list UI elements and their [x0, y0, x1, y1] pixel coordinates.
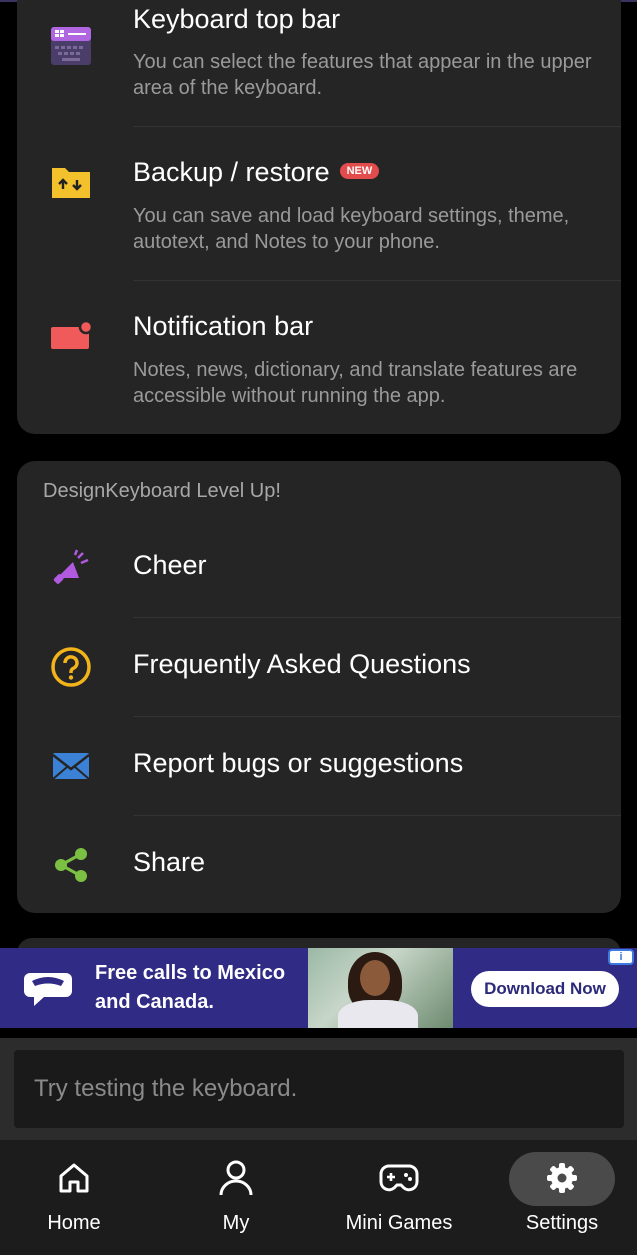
ad-logo-icon: [22, 967, 74, 1009]
menu-item-report-bugs[interactable]: Report bugs or suggestions: [17, 717, 621, 815]
new-badge: NEW: [339, 162, 380, 179]
notification-bar-icon: [49, 314, 93, 358]
nav-label: Settings: [525, 1212, 599, 1234]
feature-description: You can select the features that appear …: [133, 51, 592, 99]
nav-label: Mini Games: [345, 1212, 453, 1234]
feature-row-backup-restore[interactable]: Backup / restore NEW You can save and loa…: [17, 127, 621, 280]
ad-text: Free calls to Mexico and Canada.: [95, 959, 285, 1017]
home-icon: [54, 1158, 94, 1198]
feature-row-keyboard-top-bar[interactable]: Keyboard top bar You can select the feat…: [17, 0, 621, 126]
ad-photo-face: [360, 960, 390, 996]
features-card: Keyboard top bar You can select the feat…: [17, 0, 621, 434]
keyboard-test-input[interactable]: [14, 1050, 624, 1128]
person-icon: [216, 1158, 256, 1198]
ad-photo: [308, 948, 453, 1028]
question-circle-icon: [49, 645, 93, 689]
gear-icon: [542, 1158, 582, 1198]
menu-item-cheer[interactable]: Cheer: [17, 519, 621, 617]
cheer-megaphone-icon: [49, 546, 93, 590]
nav-settings[interactable]: Settings: [492, 1152, 632, 1242]
ad-text-line: Free calls to Mexico: [95, 962, 286, 984]
feature-title: Notification bar: [133, 311, 314, 341]
keyboard-top-bar-icon: [49, 24, 93, 68]
bottom-navigation: Home My Mini Games Settings: [0, 1140, 637, 1255]
menu-item-label: Cheer: [133, 550, 207, 580]
nav-mini-games[interactable]: Mini Games: [329, 1152, 469, 1242]
nav-label: Home: [47, 1212, 101, 1234]
backup-folder-icon: [49, 160, 93, 204]
level-up-card: DesignKeyboard Level Up! Cheer Frequentl…: [17, 461, 621, 913]
menu-item-faq[interactable]: Frequently Asked Questions: [17, 618, 621, 716]
ad-download-button[interactable]: Download Now: [471, 971, 619, 1007]
keyboard-test-area: [0, 1038, 637, 1140]
section-title: DesignKeyboard Level Up!: [43, 480, 281, 502]
ad-photo-shirt: [338, 1000, 418, 1028]
feature-description: Notes, news, dictionary, and translate f…: [133, 359, 578, 407]
menu-item-share[interactable]: Share: [17, 816, 621, 913]
feature-title-wrap: Backup / restore NEW: [133, 157, 380, 188]
feature-description: You can save and load keyboard settings,…: [133, 205, 570, 253]
gamepad-icon: [379, 1158, 419, 1198]
nav-home[interactable]: Home: [4, 1152, 144, 1242]
menu-item-label: Share: [133, 847, 206, 877]
ad-info-icon[interactable]: i: [608, 949, 634, 965]
feature-title: Backup / restore: [133, 157, 330, 187]
ad-text-line: and Canada.: [95, 991, 214, 1013]
share-icon: [49, 843, 93, 887]
ad-banner[interactable]: Free calls to Mexico and Canada. Downloa…: [0, 948, 637, 1028]
feature-title: Keyboard top bar: [133, 4, 341, 34]
nav-my[interactable]: My: [166, 1152, 306, 1242]
envelope-icon: [49, 744, 93, 788]
feature-row-notification-bar[interactable]: Notification bar Notes, news, dictionary…: [17, 281, 621, 434]
nav-label: My: [222, 1212, 250, 1234]
menu-item-label: Report bugs or suggestions: [133, 748, 464, 778]
menu-item-label: Frequently Asked Questions: [133, 649, 471, 679]
